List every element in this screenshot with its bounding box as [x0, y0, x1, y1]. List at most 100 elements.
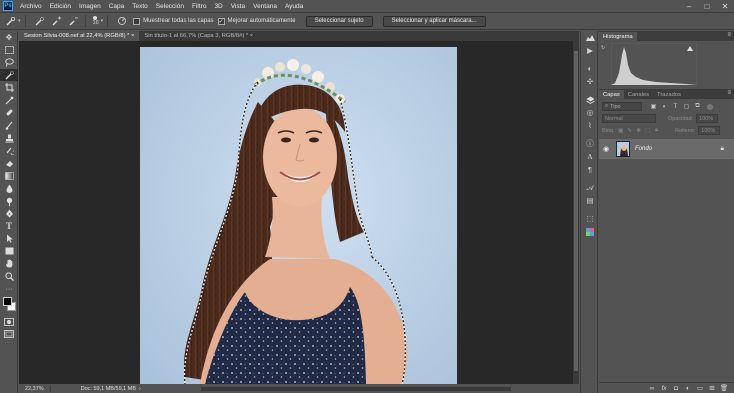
menu-texto[interactable]: Texto — [128, 3, 152, 10]
chevron-right-icon[interactable]: › — [139, 386, 141, 392]
opacity-field[interactable]: 100% — [696, 114, 719, 123]
type-icon[interactable]: T — [0, 220, 18, 233]
brush-icon[interactable] — [0, 119, 18, 132]
delete-layer-icon[interactable]: 🗑︎ — [718, 384, 730, 393]
lasso-icon[interactable] — [0, 56, 18, 69]
lock-all-icon[interactable]: 🔒︎ — [652, 127, 661, 135]
new-group-icon[interactable]: ▭ — [694, 384, 706, 393]
brush-angle-icon[interactable] — [115, 14, 129, 28]
menu-imagen[interactable]: Imagen — [75, 3, 105, 10]
vertical-scrollbar[interactable] — [573, 41, 579, 384]
character-icon[interactable]: A — [581, 150, 599, 163]
menu-archivo[interactable]: Archivo — [16, 3, 46, 10]
3d-icon[interactable]: ⬚ — [581, 212, 599, 225]
blur-icon[interactable] — [0, 182, 18, 195]
subtract-from-selection-icon[interactable] — [67, 14, 81, 28]
pixel-filter-icon[interactable]: ▣ — [648, 102, 659, 111]
tab-capas[interactable]: Capas — [599, 90, 624, 99]
auto-enhance-checkbox[interactable]: ✓ — [217, 17, 225, 25]
menu-capa[interactable]: Capa — [105, 3, 129, 10]
zoom-level[interactable]: 22,37% — [19, 385, 51, 392]
horizontal-scrollbar[interactable] — [200, 386, 511, 391]
color-icon[interactable] — [581, 225, 599, 238]
add-to-selection-icon[interactable] — [50, 14, 64, 28]
libraries-icon[interactable]: ▤ — [581, 194, 599, 207]
new-selection-icon[interactable] — [33, 14, 47, 28]
shape-icon[interactable] — [0, 245, 18, 258]
stamp-icon[interactable] — [0, 132, 18, 145]
filter-toggle[interactable] — [707, 103, 713, 110]
foreground-color-swatch[interactable] — [3, 297, 12, 307]
panel-menu-icon[interactable]: ≡ — [727, 90, 731, 96]
more-tools-icon[interactable]: ··· — [0, 283, 18, 296]
layers-icon[interactable] — [581, 93, 599, 106]
layer-row[interactable]: ◉ Fondo 🔒︎ — [599, 139, 734, 159]
path-selection-icon[interactable] — [0, 233, 18, 246]
eraser-icon[interactable] — [0, 157, 18, 170]
adjustment-filter-icon[interactable]: ◐ — [659, 102, 670, 111]
gradient-icon[interactable] — [0, 170, 18, 183]
zoom-icon[interactable] — [0, 270, 18, 283]
lock-artboard-icon[interactable]: ⬚ — [643, 127, 652, 135]
menu-filtro[interactable]: Filtro — [188, 3, 210, 10]
eyedropper-icon[interactable] — [0, 94, 18, 107]
lock-pixels-icon[interactable]: ✎ — [625, 127, 634, 135]
document-photo[interactable] — [140, 47, 457, 384]
tab-document-2[interactable]: Sin título-1 al 66,7% (Capa 3, RGB/8#) *… — [139, 31, 258, 41]
glyphs-icon[interactable]: 𝒜 — [581, 181, 599, 194]
sample-all-layers-checkbox[interactable] — [133, 17, 141, 25]
channels-icon[interactable]: ◎ — [581, 106, 599, 119]
histogram-icon[interactable] — [581, 31, 599, 44]
quick-selection-icon[interactable] — [0, 68, 18, 82]
new-adjustment-icon[interactable]: ◐ — [682, 384, 694, 393]
chevron-down-icon[interactable]: ▾ — [18, 18, 21, 24]
menu-vista[interactable]: Vista — [227, 3, 249, 10]
hand-icon[interactable] — [0, 258, 18, 271]
brush-size-picker[interactable]: 16 — [92, 16, 99, 26]
tab-canales[interactable]: Canales — [624, 90, 653, 99]
menu-ayuda[interactable]: Ayuda — [281, 3, 307, 10]
layer-name[interactable]: Fondo — [635, 146, 652, 152]
select-subject-button[interactable]: Seleccionar sujeto — [305, 15, 373, 27]
navigator-icon[interactable]: ✣ — [581, 75, 599, 88]
tool-preset-icon[interactable] — [3, 14, 17, 28]
menu-edicion[interactable]: Edición — [46, 3, 75, 10]
close-button[interactable]: ✕ — [716, 0, 734, 12]
smart-object-filter-icon[interactable]: ⧉ — [692, 102, 703, 111]
info-icon[interactable]: ⓘ — [581, 137, 599, 150]
layer-filter-dropdown[interactable]: ⌕ Tipo — [602, 102, 642, 111]
marquee-icon[interactable] — [0, 44, 18, 57]
minimize-button[interactable]: – — [680, 0, 698, 12]
canvas-area[interactable] — [19, 41, 576, 384]
paragraph-icon[interactable]: ¶ — [581, 163, 599, 176]
screen-mode-icon[interactable] — [0, 328, 18, 341]
adjustments-icon[interactable]: ◐ — [581, 62, 599, 75]
select-and-mask-button[interactable]: Seleccionar y aplicar máscara... — [382, 15, 486, 27]
scroll-thumb[interactable] — [574, 51, 578, 371]
tab-histogram[interactable]: Histograma — [599, 32, 637, 41]
chevron-down-icon[interactable]: ▾ — [101, 18, 104, 24]
panel-menu-icon[interactable]: ≡ — [727, 32, 731, 38]
menu-seleccion[interactable]: Selección — [152, 3, 188, 10]
tab-trazados[interactable]: Trazados — [653, 90, 685, 99]
layer-style-icon[interactable]: fx — [658, 384, 670, 393]
fill-field[interactable]: 100% — [698, 126, 721, 135]
dodge-icon[interactable] — [0, 195, 18, 208]
tab-document-1[interactable]: Sesion Silvia-008.nef al 22,4% (RGB/8) *… — [19, 31, 140, 41]
lock-transparent-icon[interactable]: ▦ — [616, 127, 625, 135]
add-mask-icon[interactable]: ◘ — [670, 384, 682, 393]
link-layers-icon[interactable]: ∞ — [646, 384, 658, 393]
quick-mask-icon[interactable] — [0, 315, 18, 328]
history-brush-icon[interactable] — [0, 144, 18, 157]
menu-3d[interactable]: 3D — [210, 3, 226, 10]
lock-position-icon[interactable]: ✥ — [634, 127, 643, 135]
eye-icon[interactable]: ◉ — [599, 145, 613, 153]
healing-icon[interactable] — [0, 107, 18, 120]
histogram-options-icon[interactable]: ↻ — [601, 45, 605, 51]
type-filter-icon[interactable]: T — [670, 102, 681, 111]
move-icon[interactable]: ✥ — [0, 31, 18, 44]
crop-icon[interactable] — [0, 81, 18, 94]
new-layer-icon[interactable]: ⊞ — [706, 384, 718, 393]
play-icon[interactable]: ▶ — [581, 44, 599, 57]
blend-mode-dropdown[interactable]: Normal — [602, 114, 656, 123]
